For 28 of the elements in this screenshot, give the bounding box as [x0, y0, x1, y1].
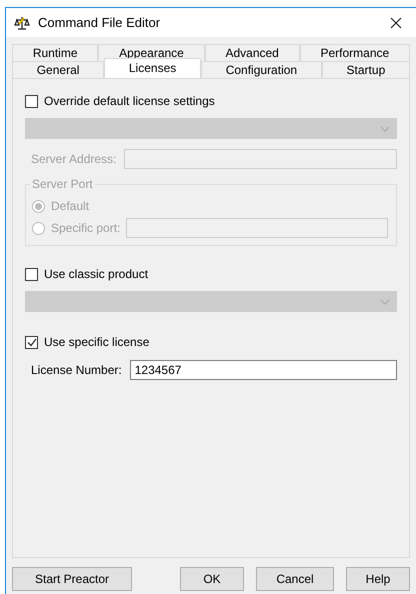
checkbox[interactable] [25, 336, 38, 348]
window-title: Command File Editor [38, 15, 162, 30]
checkbox-label: Use specific license [44, 335, 150, 349]
input-field[interactable]: 1234567 [130, 360, 397, 380]
tab[interactable]: Startup [322, 61, 410, 78]
radio-label: Default [51, 199, 90, 213]
action-button[interactable]: Help [346, 567, 410, 591]
scales-icon [14, 14, 30, 30]
checkbox[interactable] [25, 94, 38, 108]
checkbox[interactable] [25, 268, 38, 280]
field-label: Server Address: [31, 152, 116, 166]
checkbox-label: Override default license settings [44, 94, 215, 108]
action-button[interactable]: Start Preactor [12, 567, 132, 591]
action-button[interactable]: Cancel [256, 567, 334, 591]
tab[interactable]: Performance [300, 44, 410, 61]
field-label: License Number: [31, 363, 122, 377]
group-title: Server Port [31, 177, 94, 191]
action-button[interactable]: OK [180, 567, 244, 591]
tab[interactable]: Configuration [200, 61, 322, 78]
tab[interactable]: Runtime [12, 44, 98, 61]
chevron-icon [380, 126, 390, 132]
tab[interactable]: Licenses [104, 58, 201, 78]
close-icon[interactable] [390, 16, 402, 28]
tab[interactable]: Advanced [204, 44, 300, 61]
chevron-icon [380, 298, 390, 304]
checkbox-label: Use classic product [44, 267, 148, 281]
tab[interactable]: General [12, 61, 104, 78]
radio-label: Specific port: [51, 221, 120, 235]
